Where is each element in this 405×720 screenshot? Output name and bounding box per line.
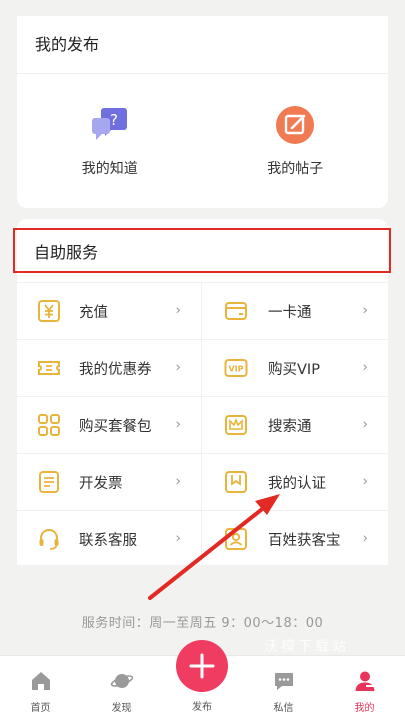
tab-home-label: 首页	[30, 703, 51, 714]
headset-icon	[39, 529, 59, 550]
tab-discover[interactable]: 发现	[81, 656, 162, 720]
service-label: 开发票	[79, 475, 123, 492]
tab-discover-label: 发现	[111, 703, 132, 714]
service-label: 购买VIP	[268, 361, 320, 378]
home-icon	[31, 672, 50, 690]
my-answers-label: 我的知道	[81, 161, 138, 177]
tab-messages-label: 私信	[273, 703, 294, 714]
chevron-right-icon: ›	[175, 530, 181, 547]
service-label: 搜索通	[268, 418, 312, 435]
chevron-right-icon: ›	[362, 530, 368, 547]
coupon-icon	[38, 361, 60, 375]
service-buy-vip[interactable]: VIP 购买VIP ›	[202, 339, 388, 396]
service-label: 购买套餐包	[79, 418, 152, 435]
plus-icon	[189, 653, 215, 679]
service-package[interactable]: 购买套餐包 ›	[17, 396, 202, 453]
tab-home[interactable]: 首页	[0, 656, 81, 720]
publish-plus-button[interactable]	[176, 640, 228, 692]
watermark-text: 沃模下载站	[264, 639, 349, 655]
service-contact-support[interactable]: 联系客服 ›	[17, 510, 202, 567]
question-chat-icon: ?	[91, 108, 127, 140]
user-icon	[355, 671, 374, 691]
service-grid: 充值 › 一卡通 › 我的优惠券 › VIP 购买VIP › 购买套餐包 › 搜…	[17, 282, 388, 567]
yuan-icon	[38, 300, 60, 322]
chevron-right-icon: ›	[175, 473, 181, 490]
tab-mine[interactable]: 我的	[324, 656, 405, 720]
tab-publish-label: 发布	[192, 702, 212, 713]
service-search-pass[interactable]: 搜索通 ›	[202, 396, 388, 453]
self-service-card: 自助服务 充值 › 一卡通 › 我的优惠券 › VIP 购买VIP › 购买套餐…	[17, 219, 388, 567]
chevron-right-icon: ›	[362, 302, 368, 319]
customer-icon	[225, 528, 247, 550]
my-posts-label: 我的帖子	[267, 161, 324, 177]
crown-icon	[225, 415, 247, 435]
planet-icon	[110, 674, 133, 688]
service-one-card[interactable]: 一卡通 ›	[202, 282, 388, 339]
service-label: 我的认证	[268, 475, 326, 492]
service-customer-treasure[interactable]: 百姓获客宝 ›	[202, 510, 388, 567]
service-invoice[interactable]: 开发票 ›	[17, 453, 202, 510]
chevron-right-icon: ›	[175, 359, 181, 376]
service-time-text: 服务时间：周一至周五 9：00～18：00	[81, 616, 324, 631]
card-icon	[225, 302, 247, 320]
service-label: 百姓获客宝	[268, 532, 341, 549]
edit-post-icon	[276, 106, 315, 144]
chevron-right-icon: ›	[362, 359, 368, 376]
status-bar	[0, 0, 405, 16]
message-icon	[274, 673, 293, 690]
chevron-right-icon: ›	[362, 473, 368, 490]
svg-text:VIP: VIP	[228, 365, 243, 374]
my-publish-card: 我的发布 ? 我的知道 我的帖子	[17, 16, 388, 208]
service-label: 我的优惠券	[79, 361, 152, 378]
chevron-right-icon: ›	[175, 302, 181, 319]
service-label: 充值	[79, 304, 108, 321]
tab-messages[interactable]: 私信	[243, 656, 324, 720]
bookmark-icon	[225, 471, 247, 493]
tab-mine-label: 我的	[354, 703, 375, 714]
service-label: 联系客服	[79, 532, 137, 549]
my-posts-item[interactable]: 我的帖子	[203, 74, 389, 208]
service-recharge[interactable]: 充值 ›	[17, 282, 202, 339]
my-publish-title: 我的发布	[17, 16, 388, 74]
grid-package-icon	[38, 414, 60, 436]
vip-icon: VIP	[224, 359, 248, 377]
chevron-right-icon: ›	[175, 416, 181, 433]
svg-text:?: ?	[110, 111, 118, 129]
service-coupon[interactable]: 我的优惠券 ›	[17, 339, 202, 396]
service-label: 一卡通	[268, 304, 312, 321]
service-my-certification[interactable]: 我的认证 ›	[202, 453, 388, 510]
invoice-icon	[39, 471, 59, 493]
my-answers-item[interactable]: ? 我的知道	[17, 74, 203, 208]
self-service-title: 自助服务	[34, 242, 99, 262]
chevron-right-icon: ›	[362, 416, 368, 433]
